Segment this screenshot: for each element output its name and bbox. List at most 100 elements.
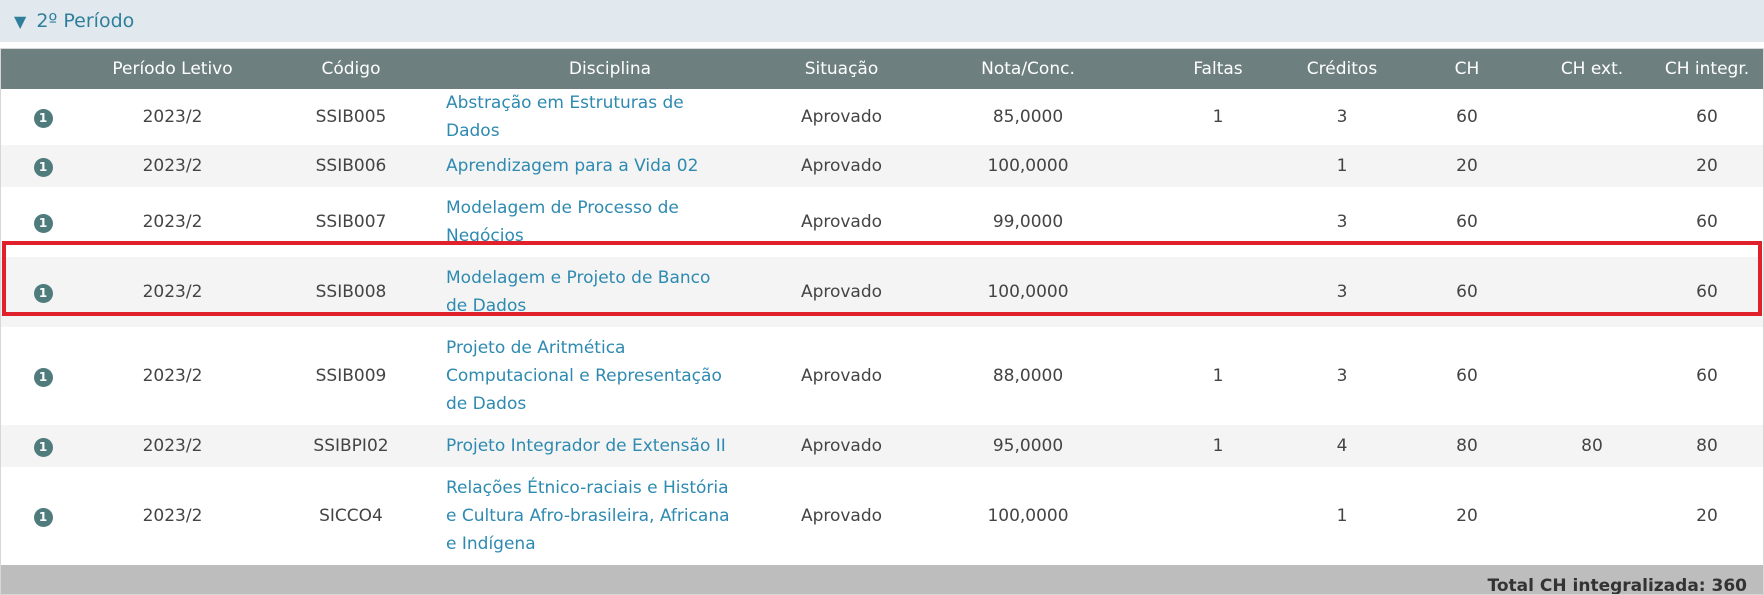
col-header-ch-ext: CH ext. (1560, 59, 1624, 79)
cell-periodo: 2023/2 (142, 506, 203, 526)
col-header-situacao: Situação (804, 59, 879, 79)
cell-ch: 20 (1456, 156, 1478, 176)
collapse-triangle-icon[interactable]: ▼ (14, 12, 26, 31)
cell-situacao: Aprovado (800, 366, 883, 386)
total-ch-integralizada: Total CH integralizada: 360 (1487, 576, 1747, 595)
cell-ch-integr: 80 (1696, 436, 1718, 456)
table-row-selected: 1 2023/2 SSIB008 Modelagem e Projeto de … (1, 257, 1763, 327)
cell-ch-ext (1535, 467, 1649, 565)
cell-situacao: Aprovado (800, 282, 883, 302)
cell-ch-ext (1535, 327, 1649, 425)
cell-codigo: SSIB005 (315, 107, 387, 127)
info-icon[interactable]: 1 (33, 284, 53, 303)
discipline-link[interactable]: Projeto de Aritmética Computacional e Re… (446, 334, 736, 418)
cell-creditos: 3 (1336, 212, 1348, 232)
cell-periodo: 2023/2 (142, 212, 203, 232)
cell-creditos: 3 (1336, 107, 1348, 127)
cell-situacao: Aprovado (800, 156, 883, 176)
cell-situacao: Aprovado (800, 212, 883, 232)
table-header-row: Período Letivo Código Disciplina Situaçã… (1, 49, 1763, 89)
cell-ch-integr: 20 (1696, 156, 1718, 176)
cell-nota: 95,0000 (992, 436, 1064, 456)
cell-faltas (1151, 187, 1285, 257)
cell-codigo: SSIB006 (315, 156, 387, 176)
table-row: 1 2023/2 SSIBPI02 Projeto Integrador de … (1, 425, 1763, 467)
discipline-link[interactable]: Modelagem de Processo de Negócios (446, 194, 736, 250)
cell-codigo: SSIB007 (315, 212, 387, 232)
cell-ch-ext (1535, 187, 1649, 257)
cell-periodo: 2023/2 (142, 282, 203, 302)
cell-ch-integr: 60 (1696, 282, 1718, 302)
table-row: 1 2023/2 SSIB007 Modelagem de Processo d… (1, 187, 1763, 257)
cell-periodo: 2023/2 (142, 107, 203, 127)
cell-creditos: 3 (1336, 282, 1348, 302)
cell-nota: 99,0000 (992, 212, 1064, 232)
section-title[interactable]: 2º Período (36, 10, 134, 32)
section-header[interactable]: ▼ 2º Período (0, 0, 1764, 42)
discipline-link[interactable]: Abstração em Estruturas de Dados (446, 89, 736, 145)
cell-situacao: Aprovado (800, 107, 883, 127)
cell-ch: 20 (1456, 506, 1478, 526)
cell-faltas (1151, 257, 1285, 327)
info-icon[interactable]: 1 (33, 368, 53, 387)
cell-creditos: 1 (1336, 506, 1348, 526)
cell-ch-integr: 60 (1696, 212, 1718, 232)
cell-faltas: 1 (1212, 436, 1224, 456)
table-row: 1 2023/2 SSIB006 Aprendizagem para a Vid… (1, 145, 1763, 187)
cell-creditos: 3 (1336, 366, 1348, 386)
cell-ch: 60 (1456, 212, 1478, 232)
cell-faltas (1151, 467, 1285, 565)
col-header-codigo: Código (321, 59, 381, 79)
cell-nota: 100,0000 (987, 282, 1069, 302)
cell-periodo: 2023/2 (142, 156, 203, 176)
cell-codigo: SSIB008 (315, 282, 387, 302)
cell-situacao: Aprovado (800, 436, 883, 456)
info-icon[interactable]: 1 (33, 438, 53, 457)
cell-codigo: SICCO4 (319, 506, 383, 526)
info-icon[interactable]: 1 (33, 109, 53, 128)
info-icon[interactable]: 1 (33, 214, 53, 233)
info-icon[interactable]: 1 (33, 508, 53, 527)
cell-ch: 80 (1456, 436, 1478, 456)
cell-ch-ext (1535, 145, 1649, 187)
cell-ch: 60 (1456, 107, 1478, 127)
cell-periodo: 2023/2 (142, 366, 203, 386)
col-header-nota: Nota/Conc. (981, 59, 1075, 79)
cell-periodo: 2023/2 (142, 436, 203, 456)
discipline-link[interactable]: Aprendizagem para a Vida 02 (446, 152, 736, 180)
cell-nota: 85,0000 (992, 107, 1064, 127)
col-header-periodo: Período Letivo (112, 59, 233, 79)
cell-ch: 60 (1456, 282, 1478, 302)
cell-codigo: SSIBPI02 (313, 436, 389, 456)
cell-codigo: SSIB009 (315, 366, 387, 386)
discipline-link[interactable]: Modelagem e Projeto de Banco de Dados (446, 264, 736, 320)
cell-situacao: Aprovado (800, 506, 883, 526)
grades-table: Período Letivo Código Disciplina Situaçã… (1, 49, 1763, 595)
discipline-link[interactable]: Relações Étnico-raciais e História e Cul… (446, 474, 736, 558)
cell-nota: 88,0000 (992, 366, 1064, 386)
table-footer-row: Total CH integralizada: 360 (1, 565, 1763, 595)
col-header-info (1, 49, 85, 89)
cell-ch-ext (1535, 257, 1649, 327)
cell-nota: 100,0000 (987, 506, 1069, 526)
col-header-faltas: Faltas (1193, 59, 1243, 79)
table-row: 1 2023/2 SICCO4 Relações Étnico-raciais … (1, 467, 1763, 565)
table-row: 1 2023/2 SSIB005 Abstração em Estruturas… (1, 89, 1763, 145)
cell-ch-ext: 80 (1581, 436, 1603, 456)
info-icon[interactable]: 1 (33, 158, 53, 177)
cell-creditos: 4 (1336, 436, 1348, 456)
discipline-link[interactable]: Projeto Integrador de Extensão II (446, 432, 736, 460)
cell-nota: 100,0000 (987, 156, 1069, 176)
table-row: 1 2023/2 SSIB009 Projeto de Aritmética C… (1, 327, 1763, 425)
cell-ch-integr: 60 (1696, 366, 1718, 386)
col-header-ch: CH (1454, 59, 1480, 79)
page: ▼ 2º Período Período Letivo Código Disci… (0, 0, 1764, 595)
cell-faltas: 1 (1212, 366, 1224, 386)
cell-faltas (1151, 145, 1285, 187)
cell-ch-integr: 20 (1696, 506, 1718, 526)
cell-ch-integr: 60 (1696, 107, 1718, 127)
cell-ch-ext (1535, 89, 1649, 145)
col-header-creditos: Créditos (1306, 59, 1378, 79)
col-header-disciplina: Disciplina (568, 59, 652, 79)
col-header-ch-integr: CH integr. (1664, 59, 1750, 79)
